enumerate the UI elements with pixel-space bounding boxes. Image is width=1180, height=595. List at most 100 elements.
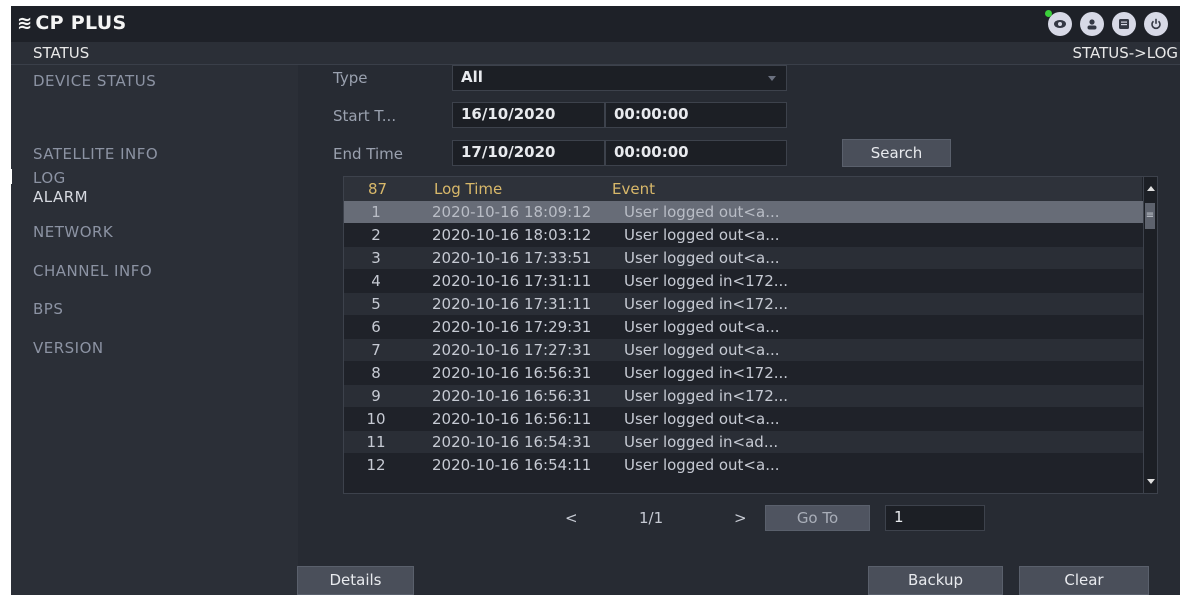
active-item-marker — [7, 169, 12, 184]
log-table: 87 Log Time Event 1 2020-10-16 18:09:12 … — [343, 176, 1158, 494]
top-icon-group — [1045, 10, 1168, 36]
row-log-time: 2020-10-16 16:56:31 — [432, 364, 592, 382]
row-number: 3 — [371, 249, 381, 267]
row-log-time: 2020-10-16 16:56:31 — [432, 387, 592, 405]
table-header: 87 Log Time Event — [344, 177, 1142, 201]
backup-button[interactable]: Backup — [868, 566, 1003, 595]
row-log-time: 2020-10-16 16:54:11 — [432, 456, 592, 474]
row-log-time: 2020-10-16 17:31:11 — [432, 272, 592, 290]
table-row[interactable]: 3 2020-10-16 17:33:51 User logged out<a.… — [344, 247, 1150, 269]
table-row[interactable]: 9 2020-10-16 16:56:31 User logged in<172… — [344, 385, 1150, 407]
sidebar-item-version[interactable]: VERSION — [33, 339, 104, 357]
table-row[interactable]: 5 2020-10-16 17:31:11 User logged in<172… — [344, 293, 1150, 315]
row-event: User logged in<ad... — [624, 433, 779, 451]
row-number: 2 — [371, 226, 381, 244]
table-row[interactable]: 6 2020-10-16 17:29:31 User logged out<a.… — [344, 316, 1150, 338]
row-number: 5 — [371, 295, 381, 313]
row-event: User logged in<172... — [624, 295, 789, 313]
sidebar-item-device-status[interactable]: DEVICE STATUS — [33, 72, 156, 90]
start-date-field[interactable]: 16/10/2020 — [452, 102, 605, 128]
row-log-time: 2020-10-16 16:54:31 — [432, 433, 592, 451]
table-row[interactable]: 10 2020-10-16 16:56:11 User logged out<a… — [344, 408, 1150, 430]
scroll-up-icon[interactable] — [1147, 186, 1155, 191]
user-icon[interactable] — [1080, 12, 1104, 36]
sidebar: DEVICE STATUS LOG SATELLITE INFO ALARM N… — [7, 65, 298, 595]
top-bar: ≋ CP PLUS — [11, 6, 1180, 42]
table-row[interactable]: 1 2020-10-16 18:09:12 User logged out<a.… — [344, 201, 1150, 223]
table-row[interactable]: 12 2020-10-16 16:54:11 User logged out<a… — [344, 454, 1150, 476]
status-dot — [1045, 10, 1052, 17]
breadcrumb: STATUS->LOG — [1072, 44, 1178, 62]
go-to-button[interactable]: Go To — [765, 505, 870, 531]
scroll-down-icon[interactable] — [1147, 479, 1155, 484]
row-number: 11 — [366, 433, 386, 451]
end-time-field[interactable]: 00:00:00 — [605, 140, 787, 166]
row-number: 4 — [371, 272, 381, 290]
row-log-time: 2020-10-16 17:29:31 — [432, 318, 592, 336]
row-event: User logged out<a... — [624, 341, 780, 359]
page-number-input[interactable]: 1 — [885, 505, 985, 531]
page-indicator: 1/1 — [639, 509, 664, 527]
row-number: 6 — [371, 318, 381, 336]
row-number: 12 — [366, 456, 386, 474]
row-number: 10 — [366, 410, 386, 428]
row-event: User logged in<172... — [624, 272, 789, 290]
power-icon[interactable] — [1144, 12, 1168, 36]
row-number: 7 — [371, 341, 381, 359]
clear-button[interactable]: Clear — [1019, 566, 1149, 595]
eye-icon[interactable] — [1045, 10, 1072, 36]
table-row[interactable]: 2 2020-10-16 18:03:12 User logged out<a.… — [344, 224, 1150, 246]
start-time-label: Start T... — [333, 107, 397, 125]
next-page-button[interactable]: > — [734, 509, 747, 527]
sidebar-item-alarm[interactable]: ALARM — [33, 188, 88, 206]
row-log-time: 2020-10-16 17:31:11 — [432, 295, 592, 313]
details-button[interactable]: Details — [297, 566, 414, 595]
row-log-time: 2020-10-16 18:03:12 — [432, 226, 592, 244]
row-event: User logged out<a... — [624, 203, 780, 221]
row-log-time: 2020-10-16 16:56:11 — [432, 410, 592, 428]
chevron-down-icon — [768, 76, 776, 81]
row-log-time: 2020-10-16 17:27:31 — [432, 341, 592, 359]
row-event: User logged out<a... — [624, 249, 780, 267]
table-row[interactable]: 4 2020-10-16 17:31:11 User logged in<172… — [344, 270, 1150, 292]
row-log-time: 2020-10-16 18:09:12 — [432, 203, 592, 221]
end-time-label: End Time — [333, 145, 403, 163]
prev-page-button[interactable]: < — [565, 509, 578, 527]
row-event: User logged out<a... — [624, 318, 780, 336]
row-event: User logged out<a... — [624, 456, 780, 474]
column-header-event[interactable]: Event — [612, 180, 655, 198]
logo-mark: ≋ — [17, 13, 33, 34]
table-row[interactable]: 8 2020-10-16 16:56:31 User logged in<172… — [344, 362, 1150, 384]
sidebar-item-log[interactable]: LOG — [33, 169, 66, 187]
log-window: ≋ CP PLUS STATUS STATUS->LOG DEVICE STATU… — [7, 6, 1180, 595]
row-event: User logged in<172... — [624, 387, 789, 405]
row-number: 9 — [371, 387, 381, 405]
table-row[interactable]: 7 2020-10-16 17:27:31 User logged out<a.… — [344, 339, 1150, 361]
row-number: 8 — [371, 364, 381, 382]
table-row[interactable]: 11 2020-10-16 16:54:31 User logged in<ad… — [344, 431, 1150, 453]
type-select-value: All — [461, 68, 483, 86]
end-date-field[interactable]: 17/10/2020 — [452, 140, 605, 166]
menu-icon[interactable] — [1112, 12, 1136, 36]
table-scrollbar[interactable]: ≡ — [1143, 177, 1157, 493]
sidebar-item-bps[interactable]: BPS — [33, 300, 63, 318]
type-select[interactable]: All — [452, 65, 787, 91]
search-button[interactable]: Search — [842, 139, 951, 167]
row-event: User logged out<a... — [624, 410, 780, 428]
page-title: STATUS — [33, 44, 90, 62]
column-header-log-time[interactable]: Log Time — [434, 180, 502, 198]
row-event: User logged out<a... — [624, 226, 780, 244]
scroll-thumb[interactable]: ≡ — [1145, 203, 1155, 229]
logo-text: CP PLUS — [35, 12, 127, 34]
sidebar-item-channel-info[interactable]: CHANNEL INFO — [33, 262, 152, 280]
sidebar-item-satellite-info[interactable]: SATELLITE INFO — [33, 145, 158, 163]
start-time-field[interactable]: 00:00:00 — [605, 102, 787, 128]
log-count: 87 — [368, 180, 388, 198]
type-label: Type — [333, 69, 368, 87]
row-number: 1 — [371, 203, 381, 221]
brand-logo: ≋ CP PLUS — [17, 12, 126, 34]
sub-header: STATUS STATUS->LOG — [11, 42, 1180, 65]
row-log-time: 2020-10-16 17:33:51 — [432, 249, 592, 267]
row-event: User logged in<172... — [624, 364, 789, 382]
sidebar-item-network[interactable]: NETWORK — [33, 223, 113, 241]
